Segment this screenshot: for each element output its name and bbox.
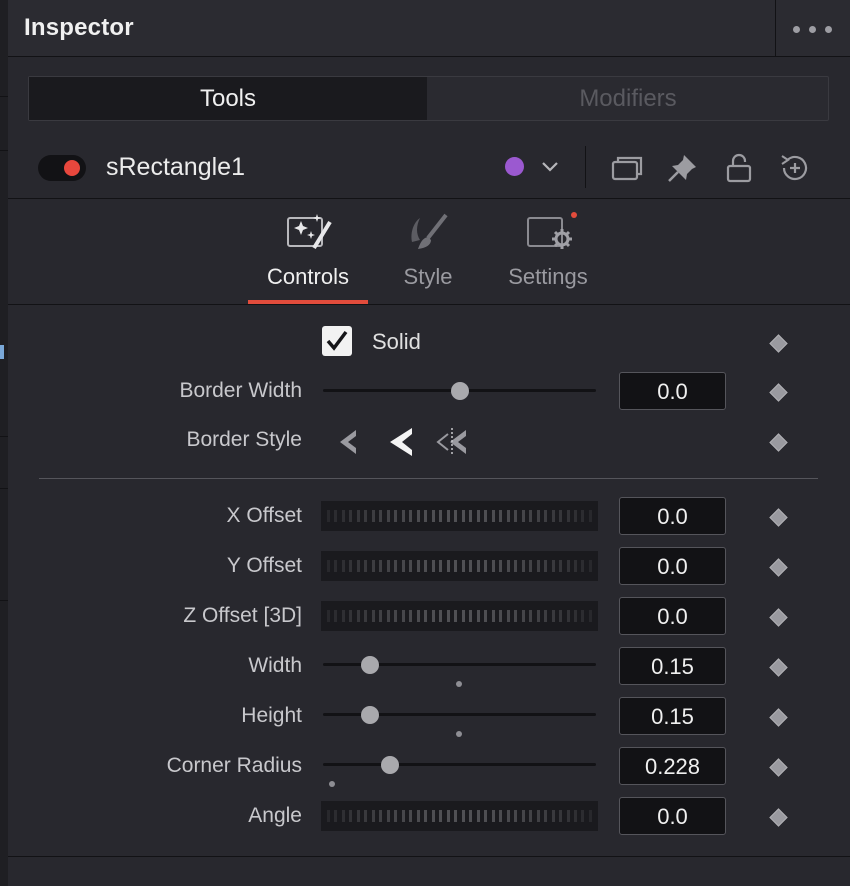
node-name: sRectangle1	[106, 153, 245, 181]
keyframe-diamond-icon[interactable]	[769, 433, 788, 452]
pin-icon[interactable]	[666, 152, 700, 184]
inspector-header: Inspector	[8, 0, 850, 57]
y-offset-label: Y Offset	[226, 554, 302, 577]
section-divider	[39, 478, 818, 479]
x-offset-label: X Offset	[226, 504, 302, 527]
height-default-marker	[456, 731, 462, 737]
magic-wand-icon	[287, 214, 332, 250]
tab-settings-label: Settings	[508, 264, 588, 289]
corner-radius-slider[interactable]	[323, 763, 596, 766]
solid-label: Solid	[372, 329, 421, 354]
width-default-marker	[456, 681, 462, 687]
corner-radius-label: Corner Radius	[166, 754, 302, 777]
corner-radius-default-marker	[329, 781, 335, 787]
keyframe-diamond-icon[interactable]	[769, 558, 788, 577]
border-width-field[interactable]: 0.0	[619, 372, 726, 410]
divider	[8, 856, 850, 857]
border-center-icon[interactable]	[388, 426, 416, 458]
node-color-swatch[interactable]	[505, 157, 524, 176]
height-label: Height	[241, 704, 302, 727]
tab-modifiers[interactable]: Modifiers	[428, 77, 828, 120]
solid-checkbox[interactable]	[322, 326, 352, 356]
copy-icon[interactable]	[610, 152, 644, 184]
width-label: Width	[248, 654, 302, 677]
reset-icon[interactable]	[778, 152, 812, 184]
corner-radius-field[interactable]: 0.228	[619, 747, 726, 785]
lock-icon[interactable]	[722, 152, 756, 184]
keyframe-diamond-icon[interactable]	[769, 808, 788, 827]
header-divider	[775, 0, 776, 56]
keyframe-diamond-icon[interactable]	[769, 708, 788, 727]
z-offset-field[interactable]: 0.0	[619, 597, 726, 635]
chevron-down-icon[interactable]	[540, 160, 560, 174]
angle-field[interactable]: 0.0	[619, 797, 726, 835]
corner-radius-slider-thumb[interactable]	[381, 756, 399, 774]
border-inside-icon[interactable]	[336, 426, 360, 458]
checkmark-icon	[326, 330, 348, 351]
width-slider-thumb[interactable]	[361, 656, 379, 674]
brush-icon	[411, 213, 448, 249]
panel-title: Inspector	[24, 14, 134, 41]
keyframe-diamond-icon[interactable]	[769, 383, 788, 402]
keyframe-diamond-icon[interactable]	[769, 508, 788, 527]
settings-gear-icon	[527, 212, 577, 249]
border-outside-icon[interactable]	[436, 426, 470, 458]
y-offset-field[interactable]: 0.0	[619, 547, 726, 585]
keyframe-diamond-icon[interactable]	[769, 334, 788, 353]
height-slider-thumb[interactable]	[361, 706, 379, 724]
y-offset-thumbwheel[interactable]	[321, 551, 598, 581]
tab-style-label: Style	[403, 264, 453, 289]
adjacent-panel-edge	[0, 0, 8, 886]
width-field[interactable]: 0.15	[619, 647, 726, 685]
height-field[interactable]: 0.15	[619, 697, 726, 735]
tab-controls-label: Controls	[267, 264, 349, 289]
x-offset-thumbwheel[interactable]	[321, 501, 598, 531]
angle-thumbwheel[interactable]	[321, 801, 598, 831]
border-width-slider-thumb[interactable]	[451, 382, 469, 400]
z-offset-thumbwheel[interactable]	[321, 601, 598, 631]
border-style-label: Border Style	[186, 428, 302, 451]
angle-label: Angle	[248, 804, 302, 827]
keyframe-diamond-icon[interactable]	[769, 608, 788, 627]
tools-modifiers-tabs: Tools Modifiers	[28, 76, 829, 121]
divider	[8, 198, 850, 199]
keyframe-diamond-icon[interactable]	[769, 758, 788, 777]
keyframe-diamond-icon[interactable]	[769, 658, 788, 677]
ellipsis-icon[interactable]	[793, 26, 833, 34]
border-width-label: Border Width	[179, 379, 302, 402]
divider	[8, 304, 850, 305]
node-enable-toggle[interactable]	[38, 155, 86, 181]
x-offset-field[interactable]: 0.0	[619, 497, 726, 535]
node-row-divider	[585, 146, 586, 188]
tab-tools[interactable]: Tools	[29, 77, 427, 120]
z-offset-label: Z Offset [3D]	[183, 604, 302, 627]
